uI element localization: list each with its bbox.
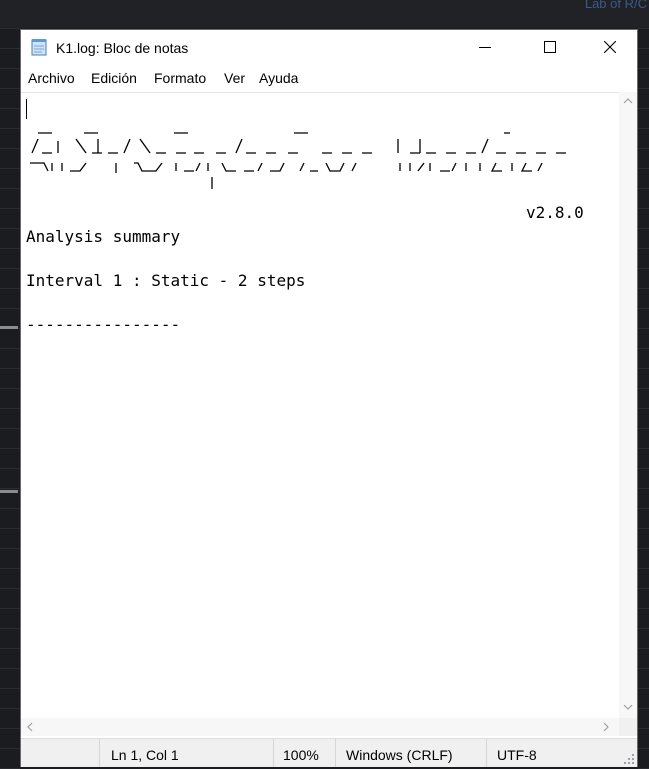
background-app-title: Lab of R/C <box>584 0 647 11</box>
version-label: v2.8.0 <box>526 203 584 222</box>
maximize-button[interactable] <box>526 30 572 64</box>
menu-bar: Archivo Edición Formato Ver Ayuda <box>21 66 637 90</box>
menu-ayuda[interactable]: Ayuda <box>259 70 298 86</box>
scroll-left-icon[interactable] <box>27 722 33 732</box>
scrollbar-corner <box>619 718 637 736</box>
menu-archivo[interactable]: Archivo <box>28 70 75 86</box>
background-marker <box>0 490 18 493</box>
background-grid-left <box>0 28 20 769</box>
log-line: Interval 1 : Static - 2 steps <box>26 271 306 290</box>
line-endings: Windows (CRLF) <box>346 747 453 763</box>
zoom-level: 100% <box>283 747 319 763</box>
log-line: ---------------- <box>26 315 181 334</box>
close-icon <box>604 41 616 53</box>
resize-grip-icon[interactable] <box>623 753 635 765</box>
horizontal-scrollbar[interactable] <box>21 718 619 736</box>
cursor-position: Ln 1, Col 1 <box>111 747 179 763</box>
status-divider <box>99 739 100 767</box>
notepad-icon <box>31 39 47 56</box>
maximize-icon <box>544 41 556 53</box>
log-text: Analysis summary Interval 1 : Static - 2… <box>26 226 305 336</box>
background-grid-right <box>638 28 649 769</box>
status-divider <box>486 739 487 767</box>
title-bar[interactable]: K1.log: Bloc de notas <box>21 30 637 64</box>
background-marker <box>0 326 18 329</box>
menu-edicion[interactable]: Edición <box>91 70 137 86</box>
background-app-bar: Lab of R/C <box>0 0 649 28</box>
scroll-up-icon[interactable] <box>623 98 633 104</box>
ascii-banner-logo <box>30 132 566 189</box>
notepad-window: K1.log: Bloc de notas Archivo Edición Fo… <box>20 29 638 767</box>
status-divider <box>273 739 274 767</box>
minimize-button[interactable] <box>461 30 507 64</box>
log-line: Analysis summary <box>26 227 181 246</box>
text-caret <box>26 99 27 119</box>
scroll-down-icon[interactable] <box>623 704 633 710</box>
close-button[interactable] <box>586 30 632 64</box>
menu-formato[interactable]: Formato <box>154 70 206 86</box>
text-editor[interactable]: v2.8.0 Analysis summary Interval 1 : Sta… <box>21 92 619 719</box>
window-title: K1.log: Bloc de notas <box>56 40 189 56</box>
encoding: UTF-8 <box>497 747 537 763</box>
scroll-right-icon[interactable] <box>603 722 609 732</box>
vertical-scrollbar[interactable] <box>619 92 637 718</box>
minimize-icon <box>479 47 491 48</box>
status-divider <box>335 739 336 767</box>
menu-ver[interactable]: Ver <box>224 70 245 86</box>
status-bar: Ln 1, Col 1 100% Windows (CRLF) UTF-8 <box>21 738 637 767</box>
